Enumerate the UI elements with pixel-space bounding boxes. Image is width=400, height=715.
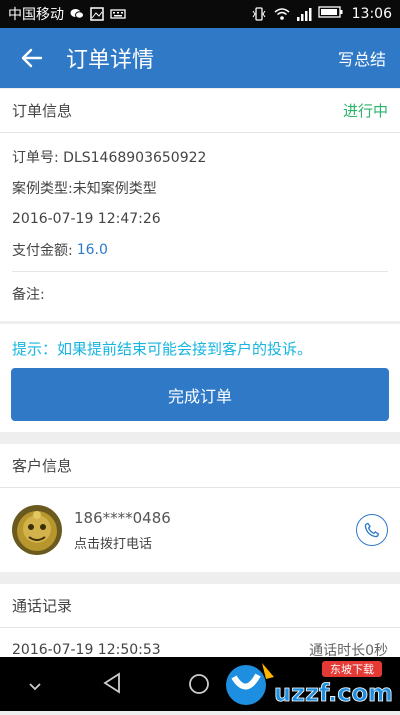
order-datetime: 2016-07-19 12:47:26 xyxy=(12,210,161,227)
keyboard-icon xyxy=(110,7,126,21)
order-info-section: 订单信息 进行中 订单号: DLS1468903650922 案例类型:未知案例… xyxy=(0,89,400,321)
customer-header: 客户信息 xyxy=(0,444,400,488)
amount-value: 16.0 xyxy=(76,241,108,258)
signal-icon xyxy=(296,7,312,21)
status-bar: 中国移动 13:06 xyxy=(0,0,400,28)
customer-row[interactable]: 186****0486 点击拨打电话 xyxy=(0,488,400,572)
uzzf-watermark-logo: 东坡下载 uzzf.com xyxy=(222,655,393,711)
customer-phone: 186****0486 xyxy=(74,508,171,527)
carrier-label: 中国移动 xyxy=(8,7,64,23)
chevron-down-icon[interactable] xyxy=(28,677,42,696)
amount-label: 支付金额: xyxy=(12,242,73,259)
vibrate-icon xyxy=(252,7,266,21)
call-log-header: 通话记录 xyxy=(0,584,400,628)
payment-amount: 支付金额: 16.0 xyxy=(0,234,400,265)
call-time: 2016-07-19 12:50:53 xyxy=(12,642,161,658)
write-summary-button[interactable]: 写总结 xyxy=(338,46,386,70)
order-number: 订单号: DLS1468903650922 xyxy=(12,149,207,166)
page-title: 订单详情 xyxy=(66,48,155,73)
battery-icon xyxy=(317,5,344,23)
back-triangle-icon[interactable] xyxy=(102,672,122,698)
wechat-icon xyxy=(70,7,84,21)
arrow-left-icon[interactable] xyxy=(14,40,50,76)
home-circle-icon[interactable] xyxy=(188,673,210,699)
remark: 备注: xyxy=(12,286,45,303)
status-badge: 进行中 xyxy=(342,102,388,120)
clock: 13:06 xyxy=(351,6,392,22)
avatar xyxy=(12,505,62,555)
divider xyxy=(12,271,388,272)
gallery-icon xyxy=(90,7,104,21)
app-bar: 订单详情 写总结 xyxy=(0,28,400,88)
watermark-brand: uzzf.com xyxy=(274,679,392,707)
call-hint[interactable]: 点击拨打电话 xyxy=(74,533,171,552)
section-title: 订单信息 xyxy=(12,102,73,120)
case-type: 案例类型:未知案例类型 xyxy=(12,180,157,197)
complete-order-button[interactable]: 完成订单 xyxy=(11,368,389,421)
phone-icon[interactable] xyxy=(356,514,388,546)
hint-text: 提示：如果提前结束可能会接到客户的投诉。 xyxy=(12,340,313,358)
customer-section: 客户信息 186****0486 点击拨打电话 xyxy=(0,444,400,572)
order-info-header: 订单信息 进行中 xyxy=(0,89,400,133)
watermark-sub: 东坡下载 xyxy=(330,663,374,676)
wifi-icon xyxy=(274,7,290,21)
call-log-section: 通话记录 2016-07-19 12:50:53 通话时长0秒 xyxy=(0,584,400,659)
